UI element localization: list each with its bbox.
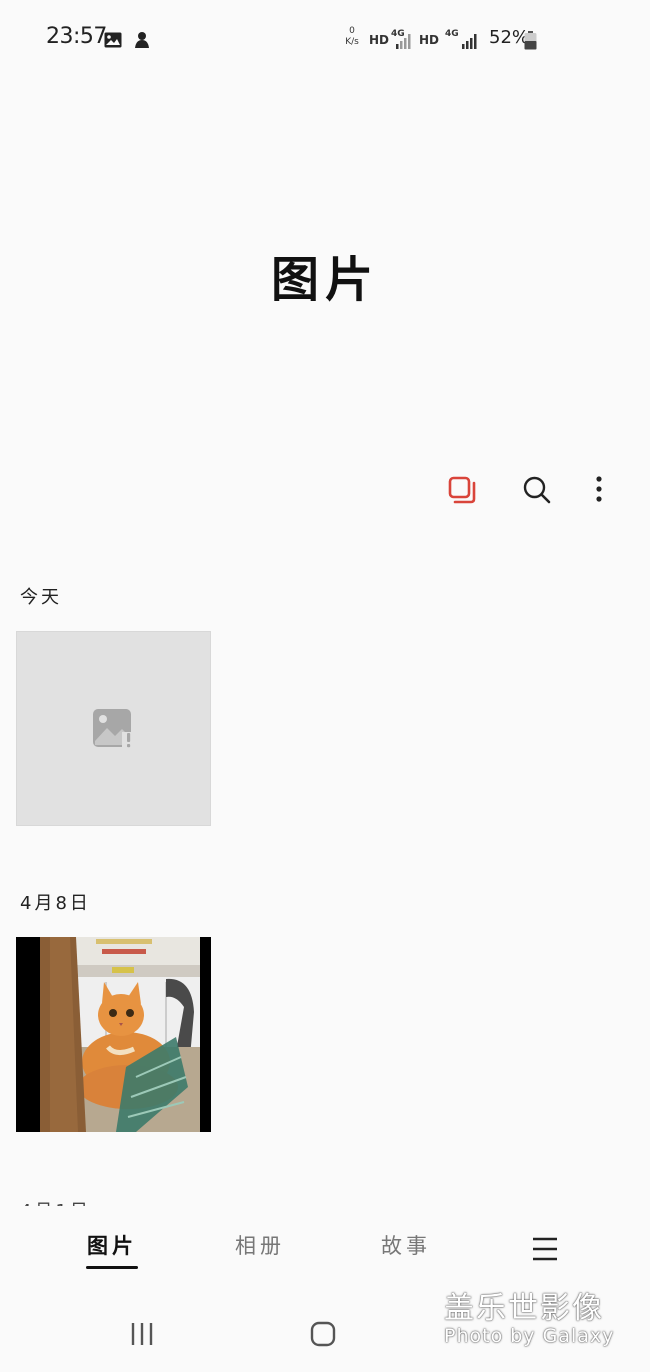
broken-image-icon (92, 708, 134, 748)
cat-photo (16, 937, 211, 1132)
gallery-notification-icon (104, 32, 122, 48)
notification-app-icon (135, 32, 149, 48)
multi-select-button[interactable] (440, 468, 484, 512)
menu-icon (533, 1237, 557, 1261)
tab-stories[interactable]: 故事 (346, 1230, 466, 1260)
photo-thumbnail-placeholder[interactable] (16, 631, 211, 826)
active-tab-indicator (86, 1266, 138, 1269)
tab-pictures[interactable]: 图片 (52, 1230, 172, 1260)
page-title: 图片 (270, 252, 379, 308)
home-icon (310, 1321, 336, 1347)
watermark-chinese: 盖乐世影像 (444, 1291, 604, 1326)
battery-icon (524, 31, 537, 50)
recent-apps-icon (131, 1323, 153, 1345)
section-date-apr8: 4月8日 (20, 893, 91, 914)
home-button[interactable] (301, 1312, 345, 1356)
multi-select-icon (448, 476, 476, 504)
section-date-partial: 4月1日 (20, 1192, 140, 1206)
search-button[interactable] (515, 468, 559, 512)
signal-icon-1 (396, 34, 411, 49)
bottom-tab-bar: 图片 相册 故事 (0, 1210, 650, 1290)
search-icon (523, 476, 551, 504)
more-options-button[interactable] (577, 468, 621, 512)
galaxy-watermark: 盖乐世影像 Photo by Galaxy (444, 1291, 644, 1347)
hd-voice-indicator-2: HD (419, 33, 440, 47)
status-bar: 23:57 0 K/s HD 4G HD 4G 52% (0, 0, 650, 80)
hd-voice-indicator-1: HD (369, 33, 390, 47)
status-time: 23:57 (46, 24, 107, 49)
more-options-icon (596, 476, 602, 502)
recent-apps-button[interactable] (120, 1312, 164, 1356)
section-date-today: 今天 (20, 587, 62, 608)
network-speed: 0 K/s (345, 26, 359, 47)
battery-percent: 52% (489, 27, 530, 48)
watermark-english: Photo by Galaxy (444, 1325, 615, 1347)
network-type-2: 4G (445, 29, 459, 39)
signal-icon-2 (462, 34, 477, 49)
menu-button[interactable] (523, 1227, 567, 1271)
tab-albums[interactable]: 相册 (200, 1230, 320, 1260)
photo-thumbnail-cat[interactable] (16, 937, 211, 1132)
